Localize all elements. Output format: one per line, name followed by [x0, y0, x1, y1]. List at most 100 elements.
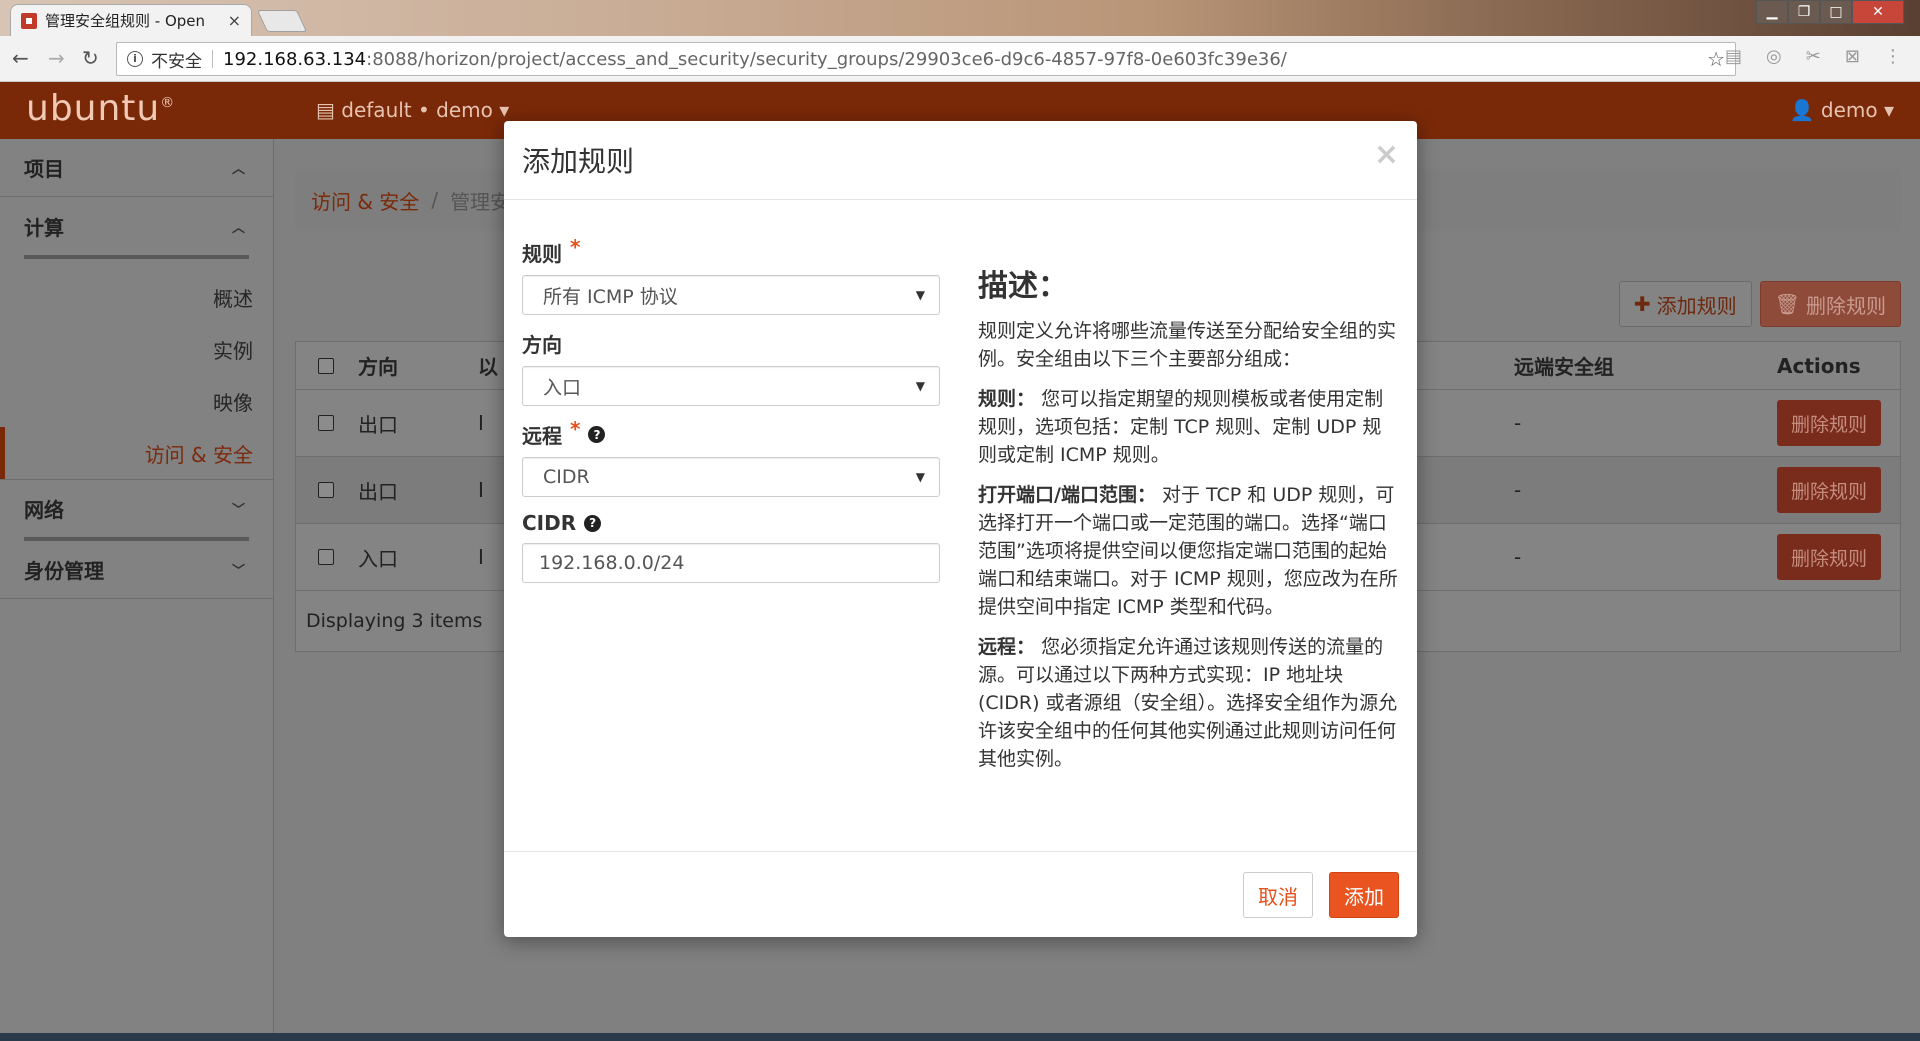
forward-icon[interactable]: →: [48, 46, 65, 70]
project-dropdown[interactable]: ▤ default • demo ▾: [316, 98, 509, 122]
rule-select[interactable]: 所有 ICMP 协议 ▼: [522, 275, 940, 315]
section-label: 身份管理: [24, 559, 104, 583]
description-panel: 描述： 规则定义允许将哪些流量传送至分配给安全组的实例。安全组由以下三个主要部分…: [978, 261, 1398, 785]
description-remote: 远程： 您必须指定允许通过该规则传送的流量的源。可以通过以下两种方式实现：IP …: [978, 636, 1398, 770]
back-icon[interactable]: ←: [12, 46, 29, 70]
reload-icon[interactable]: ↻: [82, 46, 99, 70]
rule-form: 规则 * 所有 ICMP 协议 ▼ 方向 入口 ▼ 远程 * ? CIDR ▼ …: [522, 234, 940, 583]
restore-icon[interactable]: ❐: [1788, 0, 1820, 24]
breadcrumb-link[interactable]: 访问 & 安全: [311, 186, 419, 215]
bookmark-star-icon[interactable]: ☆: [1707, 47, 1725, 71]
extension-icons: ▤ ◎ ✂ ⊠ ⋮: [1725, 46, 1902, 67]
question-circle-icon[interactable]: ?: [584, 514, 602, 532]
extension-icon[interactable]: ⊠: [1845, 46, 1860, 67]
direction-select-value: 入口: [543, 376, 582, 399]
cell-direction: 出口: [358, 412, 398, 437]
trash-icon: 🗑: [1774, 292, 1800, 316]
pdf-extension-icon[interactable]: ▤: [1725, 46, 1742, 67]
window-controls: ▁ ❐ □ ✕: [1756, 0, 1904, 24]
add-button[interactable]: 添加: [1329, 872, 1399, 918]
sidebar-item-overview[interactable]: 概述: [0, 271, 273, 323]
cell-direction: 入口: [358, 546, 398, 571]
favicon-icon: [21, 12, 37, 29]
add-rule-button[interactable]: ✚ 添加规则: [1618, 281, 1752, 327]
description-title: 描述：: [978, 269, 1068, 304]
menu-icon[interactable]: ⋮: [1884, 46, 1902, 67]
cancel-button[interactable]: 取消: [1243, 872, 1313, 918]
remote-select-value: CIDR: [543, 466, 590, 488]
address-bar: ← → ↻ i 不安全 192.168.63.134 :8088/horizon…: [0, 36, 1920, 82]
chevron-down-icon: ﹀: [231, 564, 245, 579]
delete-rule-button[interactable]: 删除规则: [1777, 400, 1882, 446]
required-mark: *: [570, 416, 581, 441]
delete-rule-button[interactable]: 删除规则: [1777, 534, 1882, 580]
header-actions: Actions: [1777, 353, 1861, 378]
cell-ether-type: I: [478, 411, 484, 435]
tab-close-icon[interactable]: ×: [228, 11, 241, 30]
plus-icon: ✚: [1633, 292, 1651, 316]
sidebar-item-instances[interactable]: 实例: [0, 323, 273, 375]
section-label: 计算: [24, 215, 64, 240]
cidr-field-label: CIDR ?: [522, 511, 940, 535]
sidebar-section-project[interactable]: 项目 ︿: [0, 139, 273, 197]
cell-ether-type: I: [478, 478, 484, 502]
delete-rules-label: 删除规则: [1806, 293, 1886, 318]
info-icon[interactable]: i: [127, 51, 143, 67]
header-remote-group[interactable]: 远端安全组: [1514, 351, 1614, 380]
description-intro: 规则定义允许将哪些流量传送至分配给安全组的实例。安全组由以下三个主要部分组成：: [978, 320, 1397, 370]
rule-select-value: 所有 ICMP 协议: [543, 285, 678, 308]
direction-field-label: 方向: [522, 333, 562, 357]
cell-remote-group: -: [1514, 478, 1522, 502]
sidebar-section-identity[interactable]: 身份管理 ﹀: [0, 541, 273, 599]
section-label: 网络: [24, 498, 64, 522]
cell-direction: 出口: [358, 479, 398, 504]
breadcrumb-separator: /: [431, 188, 439, 212]
sidebar: 项目 ︿ 计算 ︿ 概述 实例 映像 访问 & 安全 网络 ﹀ 身份管理 ﹀: [0, 139, 274, 1033]
cidr-input[interactable]: [522, 543, 940, 583]
description-rule: 规则： 您可以指定期望的规则模板或者使用定制规则，选项包括：定制 TCP 规则、…: [978, 388, 1384, 466]
new-tab-button[interactable]: [256, 10, 308, 32]
tab-title: 管理安全组规则 - Open: [45, 12, 206, 30]
user-dropdown[interactable]: 👤 demo ▾: [1790, 98, 1894, 122]
question-circle-icon[interactable]: ?: [588, 426, 606, 443]
select-all-checkbox[interactable]: [318, 357, 334, 374]
table-actions: ✚ 添加规则 🗑 删除规则: [1618, 281, 1901, 327]
breadcrumb-current: 管理安: [450, 189, 511, 214]
required-mark: *: [570, 234, 581, 259]
modal-title: 添加规则: [522, 145, 635, 178]
row-checkbox[interactable]: [318, 482, 334, 498]
header-direction[interactable]: 方向: [358, 351, 478, 380]
minimize-icon[interactable]: ▁: [1756, 0, 1788, 24]
remote-select[interactable]: CIDR ▼: [522, 457, 940, 497]
sidebar-section-compute[interactable]: 计算 ︿: [0, 197, 273, 255]
cell-ether-type: I: [478, 545, 484, 569]
delete-rule-button[interactable]: 删除规则: [1777, 467, 1882, 513]
close-icon[interactable]: ×: [1374, 137, 1399, 172]
row-checkbox[interactable]: [318, 549, 334, 565]
extension-icon[interactable]: ✂: [1806, 46, 1821, 67]
sidebar-section-network[interactable]: 网络 ﹀: [0, 479, 273, 537]
modal-header: 添加规则 ×: [504, 121, 1417, 200]
user-icon: 👤: [1789, 98, 1821, 122]
section-label: 项目: [24, 157, 64, 181]
chevron-up-icon: ︿: [231, 220, 245, 236]
browser-tab[interactable]: 管理安全组规则 - Open ×: [10, 4, 252, 36]
extension-icon[interactable]: ◎: [1766, 46, 1782, 67]
delete-rules-button[interactable]: 🗑 删除规则: [1759, 281, 1901, 327]
sidebar-item-access-security[interactable]: 访问 & 安全: [0, 427, 273, 479]
maximize-icon[interactable]: □: [1820, 0, 1852, 24]
chevron-down-icon: ﹀: [231, 503, 245, 518]
ubuntu-logo[interactable]: ubuntu®: [26, 88, 175, 129]
chevron-up-icon: ︿: [231, 162, 245, 177]
cell-remote-group: -: [1514, 411, 1522, 435]
header-ether-type[interactable]: 以: [478, 351, 498, 380]
caret-down-icon: ▼: [915, 288, 925, 302]
url-input[interactable]: i 不安全 192.168.63.134 :8088/horizon/proje…: [116, 42, 1736, 76]
browser-tabstrip: 管理安全组规则 - Open × ▁ ❐ □ ✕: [0, 0, 1920, 36]
direction-select[interactable]: 入口 ▼: [522, 366, 940, 406]
sidebar-item-images[interactable]: 映像: [0, 375, 273, 427]
add-rule-modal: 添加规则 × 规则 * 所有 ICMP 协议 ▼ 方向 入口 ▼ 远程 * ? …: [504, 121, 1417, 937]
row-checkbox[interactable]: [318, 415, 334, 431]
close-window-icon[interactable]: ✕: [1852, 0, 1904, 24]
insecure-label: 不安全: [151, 51, 202, 72]
